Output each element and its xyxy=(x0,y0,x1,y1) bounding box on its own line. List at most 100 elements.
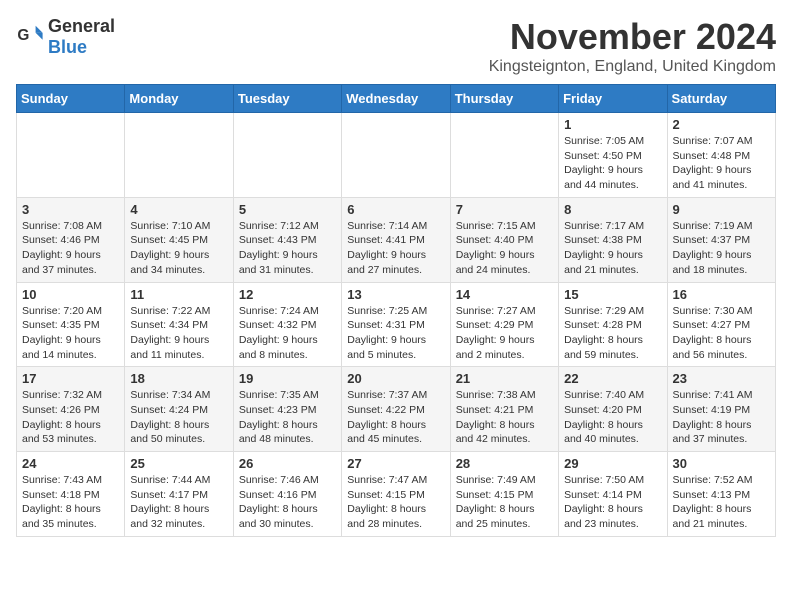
day-info: Sunrise: 7:38 AM Sunset: 4:21 PM Dayligh… xyxy=(456,388,553,447)
calendar-cell: 14Sunrise: 7:27 AM Sunset: 4:29 PM Dayli… xyxy=(450,282,558,367)
day-info: Sunrise: 7:49 AM Sunset: 4:15 PM Dayligh… xyxy=(456,473,553,532)
calendar-cell: 16Sunrise: 7:30 AM Sunset: 4:27 PM Dayli… xyxy=(667,282,775,367)
day-number: 17 xyxy=(22,371,119,386)
day-number: 8 xyxy=(564,202,661,217)
calendar-cell: 29 Sunrise: 7:50 AM Sunset: 4:14 PM Dayli… xyxy=(559,452,667,537)
day-number: 5 xyxy=(239,202,336,217)
calendar-week-row: 3Sunrise: 7:08 AM Sunset: 4:46 PM Daylig… xyxy=(17,197,776,282)
day-number: 11 xyxy=(130,287,227,302)
calendar-cell xyxy=(450,113,558,198)
day-info: Sunrise: 7:46 AM Sunset: 4:16 PM Dayligh… xyxy=(239,473,336,532)
page-header: G General Blue November 2024 Kingsteignt… xyxy=(16,16,776,76)
day-number: 21 xyxy=(456,371,553,386)
day-info: Sunrise: 7:10 AM Sunset: 4:45 PM Dayligh… xyxy=(130,219,227,278)
calendar-week-row: 10 Sunrise: 7:20 AM Sunset: 4:35 PM Dayli… xyxy=(17,282,776,367)
day-number: 1 xyxy=(564,117,661,132)
day-number: 30 xyxy=(673,456,770,471)
calendar-cell: 27 Sunrise: 7:47 AM Sunset: 4:15 PM Dayli… xyxy=(342,452,450,537)
logo-icon: G xyxy=(16,23,44,51)
day-number: 7 xyxy=(456,202,553,217)
calendar-cell: 7 Sunrise: 7:15 AM Sunset: 4:40 PM Daylig… xyxy=(450,197,558,282)
calendar-cell: 24 Sunrise: 7:43 AM Sunset: 4:18 PM Dayli… xyxy=(17,452,125,537)
day-number: 9 xyxy=(673,202,770,217)
calendar-cell: 10 Sunrise: 7:20 AM Sunset: 4:35 PM Dayli… xyxy=(17,282,125,367)
month-title: November 2024 xyxy=(489,16,776,58)
day-info: Sunrise: 7:50 AM Sunset: 4:14 PM Dayligh… xyxy=(564,473,661,532)
day-info: Sunrise: 7:17 AM Sunset: 4:38 PM Dayligh… xyxy=(564,219,661,278)
day-number: 27 xyxy=(347,456,444,471)
day-info: Sunrise: 7:24 AM Sunset: 4:32 PM Dayligh… xyxy=(239,304,336,363)
day-number: 29 xyxy=(564,456,661,471)
day-info: Sunrise: 7:14 AM Sunset: 4:41 PM Dayligh… xyxy=(347,219,444,278)
day-info: Sunrise: 7:20 AM Sunset: 4:35 PM Dayligh… xyxy=(22,304,119,363)
header-monday: Monday xyxy=(125,85,233,113)
day-info: Sunrise: 7:30 AM Sunset: 4:27 PM Dayligh… xyxy=(673,304,770,363)
day-info: Sunrise: 7:40 AM Sunset: 4:20 PM Dayligh… xyxy=(564,388,661,447)
logo-general: General xyxy=(48,16,115,36)
calendar-week-row: 1Sunrise: 7:05 AM Sunset: 4:50 PM Daylig… xyxy=(17,113,776,198)
calendar-cell: 28Sunrise: 7:49 AM Sunset: 4:15 PM Dayli… xyxy=(450,452,558,537)
calendar-cell: 8 Sunrise: 7:17 AM Sunset: 4:38 PM Daylig… xyxy=(559,197,667,282)
day-info: Sunrise: 7:47 AM Sunset: 4:15 PM Dayligh… xyxy=(347,473,444,532)
calendar-cell: 5Sunrise: 7:12 AM Sunset: 4:43 PM Daylig… xyxy=(233,197,341,282)
day-info: Sunrise: 7:35 AM Sunset: 4:23 PM Dayligh… xyxy=(239,388,336,447)
logo-blue: Blue xyxy=(48,37,87,57)
day-number: 13 xyxy=(347,287,444,302)
day-number: 6 xyxy=(347,202,444,217)
day-number: 3 xyxy=(22,202,119,217)
day-info: Sunrise: 7:27 AM Sunset: 4:29 PM Dayligh… xyxy=(456,304,553,363)
calendar-cell: 11 Sunrise: 7:22 AM Sunset: 4:34 PM Dayli… xyxy=(125,282,233,367)
calendar-cell: 23 Sunrise: 7:41 AM Sunset: 4:19 PM Dayli… xyxy=(667,367,775,452)
day-number: 24 xyxy=(22,456,119,471)
logo: G General Blue xyxy=(16,16,115,58)
day-info: Sunrise: 7:25 AM Sunset: 4:31 PM Dayligh… xyxy=(347,304,444,363)
calendar-week-row: 17 Sunrise: 7:32 AM Sunset: 4:26 PM Dayli… xyxy=(17,367,776,452)
day-number: 15 xyxy=(564,287,661,302)
day-info: Sunrise: 7:43 AM Sunset: 4:18 PM Dayligh… xyxy=(22,473,119,532)
calendar-cell: 13 Sunrise: 7:25 AM Sunset: 4:31 PM Dayli… xyxy=(342,282,450,367)
day-number: 25 xyxy=(130,456,227,471)
calendar-cell xyxy=(17,113,125,198)
header-wednesday: Wednesday xyxy=(342,85,450,113)
title-section: November 2024 Kingsteignton, England, Un… xyxy=(489,16,776,76)
calendar-cell: 2 Sunrise: 7:07 AM Sunset: 4:48 PM Daylig… xyxy=(667,113,775,198)
calendar-cell: 21 Sunrise: 7:38 AM Sunset: 4:21 PM Dayli… xyxy=(450,367,558,452)
calendar-cell: 6 Sunrise: 7:14 AM Sunset: 4:41 PM Daylig… xyxy=(342,197,450,282)
day-number: 26 xyxy=(239,456,336,471)
calendar-week-row: 24 Sunrise: 7:43 AM Sunset: 4:18 PM Dayli… xyxy=(17,452,776,537)
day-info: Sunrise: 7:52 AM Sunset: 4:13 PM Dayligh… xyxy=(673,473,770,532)
day-number: 12 xyxy=(239,287,336,302)
calendar-cell: 30 Sunrise: 7:52 AM Sunset: 4:13 PM Dayli… xyxy=(667,452,775,537)
day-number: 23 xyxy=(673,371,770,386)
calendar-cell: 19 Sunrise: 7:35 AM Sunset: 4:23 PM Dayli… xyxy=(233,367,341,452)
header-friday: Friday xyxy=(559,85,667,113)
calendar-cell xyxy=(125,113,233,198)
header-saturday: Saturday xyxy=(667,85,775,113)
day-info: Sunrise: 7:07 AM Sunset: 4:48 PM Dayligh… xyxy=(673,134,770,193)
day-info: Sunrise: 7:19 AM Sunset: 4:37 PM Dayligh… xyxy=(673,219,770,278)
calendar-cell: 1Sunrise: 7:05 AM Sunset: 4:50 PM Daylig… xyxy=(559,113,667,198)
calendar-cell: 4 Sunrise: 7:10 AM Sunset: 4:45 PM Daylig… xyxy=(125,197,233,282)
day-info: Sunrise: 7:34 AM Sunset: 4:24 PM Dayligh… xyxy=(130,388,227,447)
day-number: 22 xyxy=(564,371,661,386)
calendar-header-row: SundayMondayTuesdayWednesdayThursdayFrid… xyxy=(17,85,776,113)
header-sunday: Sunday xyxy=(17,85,125,113)
day-info: Sunrise: 7:15 AM Sunset: 4:40 PM Dayligh… xyxy=(456,219,553,278)
calendar-cell: 26 Sunrise: 7:46 AM Sunset: 4:16 PM Dayli… xyxy=(233,452,341,537)
day-info: Sunrise: 7:41 AM Sunset: 4:19 PM Dayligh… xyxy=(673,388,770,447)
day-number: 10 xyxy=(22,287,119,302)
day-number: 2 xyxy=(673,117,770,132)
calendar-cell: 15Sunrise: 7:29 AM Sunset: 4:28 PM Dayli… xyxy=(559,282,667,367)
calendar-cell xyxy=(342,113,450,198)
day-info: Sunrise: 7:37 AM Sunset: 4:22 PM Dayligh… xyxy=(347,388,444,447)
day-number: 19 xyxy=(239,371,336,386)
calendar-table: SundayMondayTuesdayWednesdayThursdayFrid… xyxy=(16,84,776,537)
day-info: Sunrise: 7:22 AM Sunset: 4:34 PM Dayligh… xyxy=(130,304,227,363)
day-number: 4 xyxy=(130,202,227,217)
day-info: Sunrise: 7:44 AM Sunset: 4:17 PM Dayligh… xyxy=(130,473,227,532)
calendar-cell: 3Sunrise: 7:08 AM Sunset: 4:46 PM Daylig… xyxy=(17,197,125,282)
day-info: Sunrise: 7:32 AM Sunset: 4:26 PM Dayligh… xyxy=(22,388,119,447)
day-number: 20 xyxy=(347,371,444,386)
calendar-cell xyxy=(233,113,341,198)
calendar-cell: 17 Sunrise: 7:32 AM Sunset: 4:26 PM Dayli… xyxy=(17,367,125,452)
